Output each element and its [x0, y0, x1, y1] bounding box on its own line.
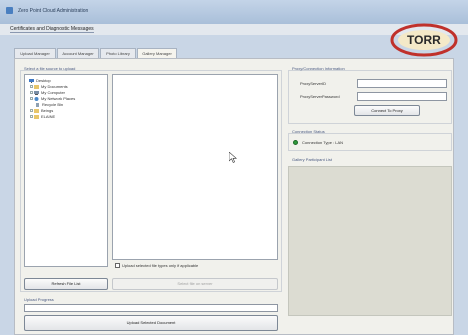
upload-progress-title: Upload Progress: [24, 297, 54, 302]
refresh-file-list-button[interactable]: Refresh File List: [24, 278, 108, 290]
folder-tree[interactable]: Desktop My Documents My Computer My Netw…: [24, 74, 108, 267]
recycle-bin-icon: [36, 102, 39, 107]
tree-item-label: My Network Places: [41, 96, 76, 101]
expand-icon[interactable]: [30, 109, 33, 112]
folder-icon: [34, 114, 39, 119]
tree-item-label: Recycle Bin: [42, 102, 64, 107]
desktop-icon: [29, 78, 34, 83]
tree-item-label: ELAINE: [41, 114, 56, 119]
tree-item-label: My Computer: [41, 90, 66, 95]
tree-item[interactable]: My Network Places: [30, 96, 75, 101]
network-icon: [34, 96, 39, 101]
tree-item-label: Desktop: [36, 78, 51, 83]
file-list[interactable]: [112, 74, 278, 260]
app-icon: [6, 7, 13, 14]
mouse-cursor-icon: [229, 152, 237, 163]
proxy-user-label: ProxyServerID: [300, 81, 327, 86]
upload-filetypes-checkbox[interactable]: [115, 263, 120, 268]
tree-item[interactable]: My Documents: [30, 84, 68, 89]
connection-status-title: Connection Status: [292, 129, 325, 134]
file-source-title: Select a file source to upload: [24, 66, 76, 71]
folder-icon: [34, 108, 39, 113]
brand-logo: TORR: [390, 23, 458, 57]
tab-photo-library[interactable]: Photo Library: [100, 48, 136, 58]
upload-selected-document-button[interactable]: Upload Selected Document: [24, 315, 278, 331]
upload-filetypes-label: Upload selected file types only if appli…: [122, 263, 199, 268]
tree-item-label: My Documents: [41, 84, 68, 89]
tree-item[interactable]: ELAINE: [30, 114, 55, 119]
connection-status-indicator: [293, 140, 298, 145]
proxy-connection-title: Proxy/Connection Information: [292, 66, 345, 71]
proxy-password-label: ProxyServerPassword: [300, 94, 340, 99]
menu-item-certificates[interactable]: Certificates and Diagnostic Messages: [10, 26, 94, 33]
expand-icon[interactable]: [30, 85, 33, 88]
computer-icon: [34, 90, 39, 95]
tree-item[interactable]: My Computer: [30, 90, 65, 95]
connection-type-text: Connection Type : LAN: [302, 140, 344, 145]
gallery-participant-list[interactable]: [288, 166, 452, 316]
upload-progress-bar: [24, 304, 278, 312]
expand-icon[interactable]: [30, 115, 33, 118]
select-file-on-server-button: Select file on server: [112, 278, 278, 290]
proxy-user-input[interactable]: [357, 79, 447, 88]
tree-item[interactable]: Recycle Bin: [34, 102, 63, 107]
tree-item-label: Beings: [41, 108, 54, 113]
expand-icon[interactable]: [30, 91, 33, 94]
tree-item[interactable]: Beings: [30, 108, 53, 113]
folder-icon: [34, 84, 39, 89]
tab-upload-manager[interactable]: Upload Manager: [14, 48, 56, 58]
tab-account-manager[interactable]: Account Manager: [57, 48, 99, 58]
connect-to-proxy-button[interactable]: Connect To Proxy: [354, 105, 420, 116]
window-title: Zero Point Cloud Administration: [18, 8, 89, 14]
gallery-participant-title: Gallery Participant List: [292, 157, 333, 162]
proxy-password-input[interactable]: [357, 92, 447, 101]
brand-logo-text: TORR: [407, 33, 441, 47]
expand-icon[interactable]: [30, 97, 33, 100]
tree-item[interactable]: Desktop: [28, 78, 51, 83]
